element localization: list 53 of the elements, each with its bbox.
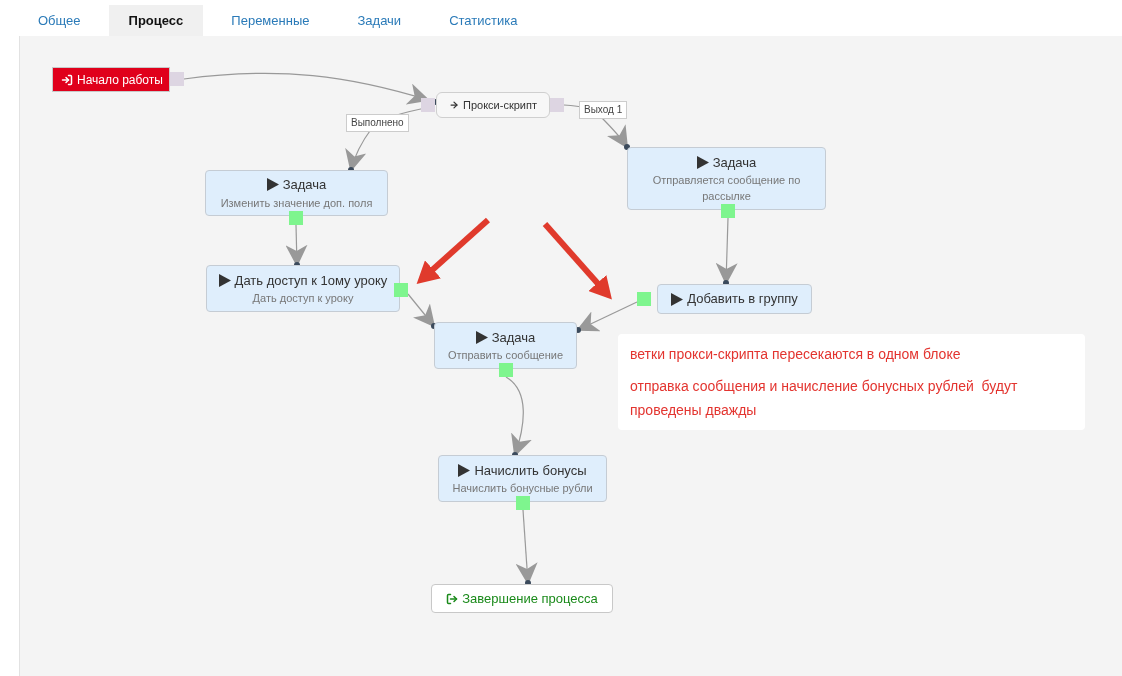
tab[interactable]: Статистика xyxy=(429,5,538,36)
node-title: Задача xyxy=(491,328,536,347)
node-subtitle: Дать доступ к уроку xyxy=(252,291,354,307)
tab[interactable]: Процесс xyxy=(108,5,204,36)
node-subtitle: Отправляется сообщение по рассылке xyxy=(651,173,802,205)
connector-arrow xyxy=(407,293,437,329)
node-subtitle: Начислить бонусные рубли xyxy=(452,481,593,497)
task-node[interactable]: Добавить в группу xyxy=(657,284,812,314)
task-node[interactable]: Задача Изменить значение доп. поля xyxy=(205,170,388,216)
node-title: Прокси-скрипт xyxy=(463,97,537,113)
node-title: Добавить в группу xyxy=(687,290,798,309)
task-node[interactable]: Задача Отправить сообщение xyxy=(434,322,577,369)
tab[interactable]: Общее xyxy=(18,5,101,36)
connection-port[interactable] xyxy=(516,496,530,510)
connector-arrow xyxy=(715,217,738,286)
play-icon xyxy=(218,274,231,287)
play-icon xyxy=(266,178,279,192)
connection-port[interactable] xyxy=(394,283,408,297)
proxy-node[interactable]: Прокси-скрипт xyxy=(436,92,550,118)
connection-port[interactable] xyxy=(170,72,184,86)
connector-arrow xyxy=(575,301,638,333)
node-title: Начислить бонусы xyxy=(474,461,587,480)
node-title: Завершение процесса xyxy=(462,589,598,608)
connection-port[interactable] xyxy=(421,98,435,112)
finish-node[interactable]: Завершение процесса xyxy=(431,584,613,613)
sign-in-icon xyxy=(61,73,73,86)
node-subtitle: Отправить сообщение xyxy=(447,348,564,364)
play-icon xyxy=(696,156,709,169)
connection-port[interactable] xyxy=(637,292,651,306)
note-text: отправка сообщения и начисление бонусных рублей будут проведены дважды xyxy=(630,377,1019,420)
connection-port[interactable] xyxy=(721,204,735,218)
node-title: Начало работы xyxy=(77,71,163,89)
play-icon xyxy=(671,292,684,306)
task-node[interactable]: Дать доступ к 1ому уроку Дать доступ к уроку xyxy=(206,265,400,312)
play-icon xyxy=(458,464,471,477)
node-title: Дать доступ к 1ому уроку xyxy=(234,271,388,290)
tab[interactable]: Задачи xyxy=(337,5,422,36)
node-title: Задача xyxy=(712,153,757,172)
start-node[interactable]: Начало работы xyxy=(52,67,170,92)
node-title: Задача xyxy=(282,176,327,194)
tab[interactable]: Переменные xyxy=(211,5,330,36)
connection-port[interactable] xyxy=(499,363,513,377)
edge-label: Выход 1 xyxy=(579,101,628,119)
connection-port[interactable] xyxy=(289,211,303,225)
note-text: ветки прокси-скрипта пересекаются в одном блоке xyxy=(630,345,962,364)
play-icon xyxy=(475,331,488,344)
task-node[interactable]: Задача Отправляется сообщение по рассылке xyxy=(627,147,826,210)
connection-port[interactable] xyxy=(550,98,564,112)
task-node[interactable]: Начислить бонусы Начислить бонусные рубли xyxy=(438,455,607,502)
node-subtitle: Изменить значение доп. поля xyxy=(220,195,373,211)
sign-out-icon xyxy=(446,592,459,605)
edge-label: Выполнено xyxy=(346,114,409,132)
arrow-right-icon xyxy=(449,100,459,110)
